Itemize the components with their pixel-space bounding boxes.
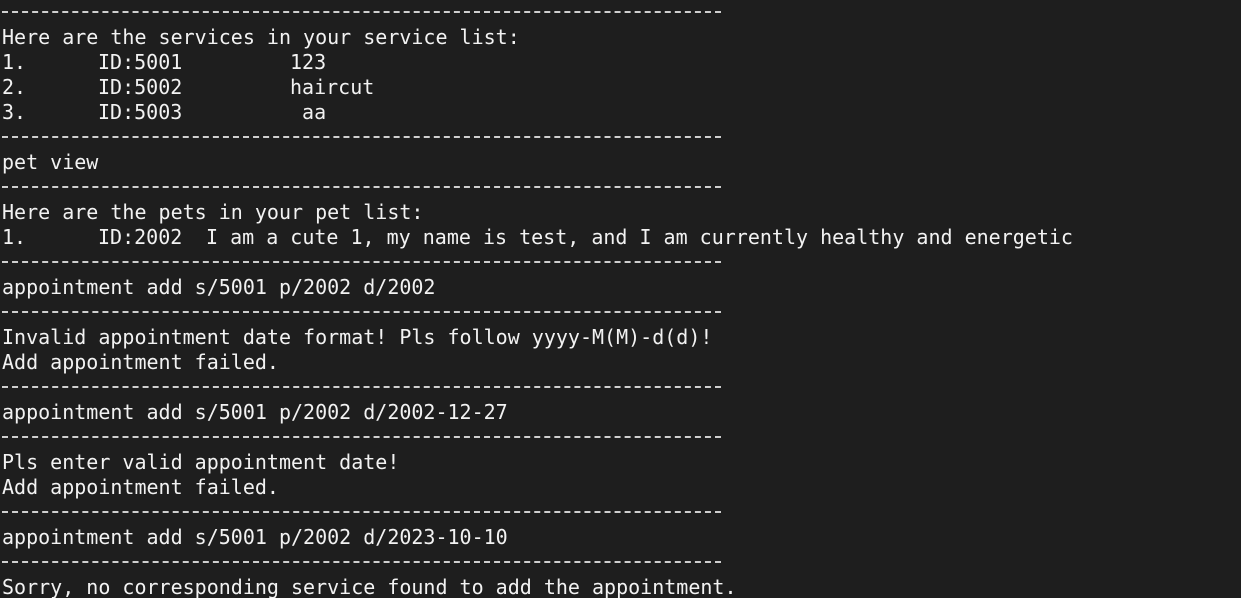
service-name: aa — [290, 100, 327, 124]
pet-index: 1. — [2, 225, 27, 249]
command-line: appointment add s/5001 p/2002 d/2023-10-… — [2, 525, 508, 549]
service-id: ID:5003 — [98, 100, 183, 124]
separator-line — [2, 500, 1241, 525]
service-index: 2. — [2, 75, 27, 99]
service-row: 2. ID:5002 haircut — [2, 75, 1241, 100]
service-index: 3. — [2, 100, 27, 124]
service-row: 3. ID:5003 aa — [2, 100, 1241, 125]
separator-line — [2, 300, 1241, 325]
error-message: Sorry, no corresponding service found to… — [2, 575, 737, 598]
command-line: appointment add s/5001 p/2002 d/2002 — [2, 275, 436, 299]
pet-row: 1. ID:2002 I am a cute 1, my name is tes… — [2, 225, 1241, 250]
service-name: 123 — [290, 50, 327, 74]
error-message: Add appointment failed. — [2, 350, 279, 374]
terminal-window[interactable]: Here are the services in your service li… — [0, 0, 1241, 598]
service-index: 1. — [2, 50, 27, 74]
error-message: Add appointment failed. — [2, 475, 279, 499]
separator-line — [2, 425, 1241, 450]
separator-line — [2, 550, 1241, 575]
error-message: Invalid appointment date format! Pls fol… — [2, 325, 713, 349]
command-line: appointment add s/5001 p/2002 d/2002-12-… — [2, 400, 508, 424]
service-id: ID:5002 — [98, 75, 183, 99]
separator-line — [2, 0, 1241, 25]
service-row: 1. ID:5001 123 — [2, 50, 1241, 75]
separator-line — [2, 250, 1241, 275]
error-message: Pls enter valid appointment date! — [2, 450, 400, 474]
pet-description: I am a cute 1, my name is test, and I am… — [206, 225, 1073, 249]
pet-id: ID:2002 — [98, 225, 183, 249]
pet-list-header: Here are the pets in your pet list: — [2, 200, 424, 224]
service-list-header: Here are the services in your service li… — [2, 25, 520, 49]
separator-line — [2, 125, 1241, 150]
separator-line — [2, 175, 1241, 200]
command-line: pet view — [2, 150, 99, 174]
service-name: haircut — [290, 75, 375, 99]
service-id: ID:5001 — [98, 50, 183, 74]
separator-line — [2, 375, 1241, 400]
